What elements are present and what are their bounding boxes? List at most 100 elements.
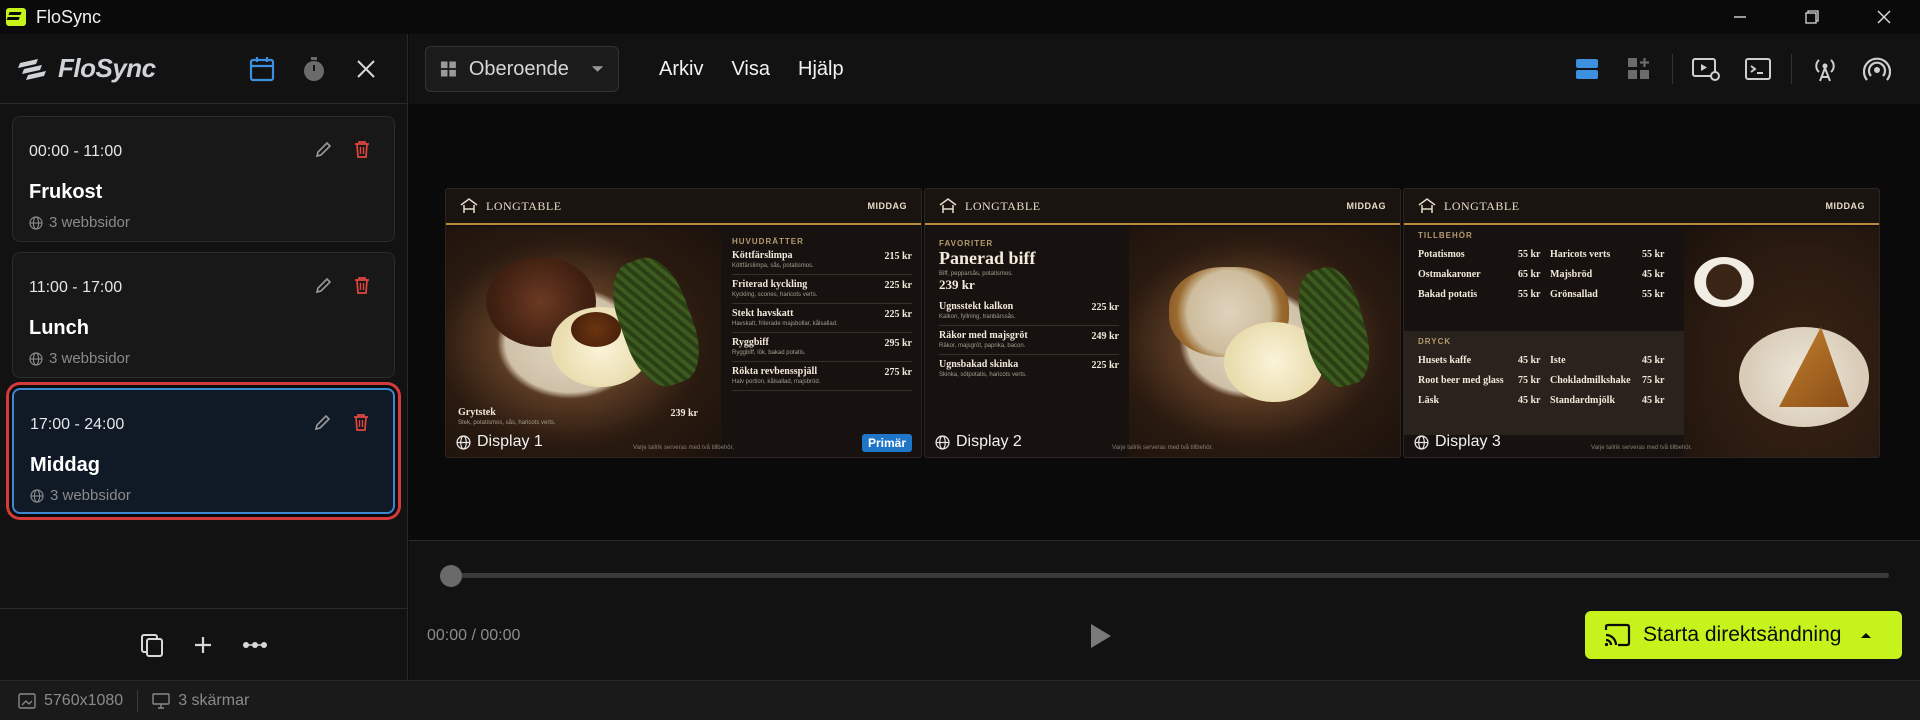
schedule-card-frukost[interactable]: 00:00 - 11:00 Frukost 3 webbsidor [12,116,395,242]
schedule-list: 00:00 - 11:00 Frukost 3 webbsidor 11:00 … [0,104,407,514]
dessert-photo [1684,227,1879,457]
menu-list: FAVORITER Panerad biff Biff, pepparsås, … [939,239,1119,378]
delete-icon[interactable] [352,275,372,295]
drinks-grid: DRYCK Husets kaffe 45 kr Iste 45 kr Root be… [1404,331,1684,435]
restaurant-logo-icon [939,198,957,213]
stacked-layout-icon [1576,59,1598,79]
display-label: Display 1 [456,433,543,451]
play-icon[interactable] [1085,621,1115,651]
globe-icon [456,434,471,450]
screen-count: 3 skärmar [178,691,250,709]
list-layout-button[interactable] [1568,50,1606,88]
display-preview-area: LONGTABLE MIDDAG Grytstek 239 kr Stek, p… [409,104,1920,540]
restore-button[interactable] [1776,0,1848,34]
globe-icon [30,488,44,503]
restaurant-name: LONGTABLE [486,198,562,213]
title-bar: FloSync [0,0,1920,34]
close-icon [357,59,375,78]
display-label: Display 3 [1414,433,1501,451]
antenna-icon [1815,59,1835,82]
schedule-page-count: 3 webbsidor [49,214,130,231]
signal-icon [1863,57,1891,81]
display-1-preview[interactable]: LONGTABLE MIDDAG Grytstek 239 kr Stek, p… [445,188,922,458]
network-button[interactable] [1858,50,1896,88]
more-options-icon[interactable] [241,633,269,657]
duplicate-icon[interactable] [139,632,165,658]
globe-icon [29,351,43,366]
menu-hjalp[interactable]: Hjälp [798,58,844,81]
cast-icon [1604,623,1631,647]
schedule-card-middag[interactable]: 17:00 - 24:00 Middag 3 webbsidor [12,388,395,514]
seek-handle[interactable] [440,565,462,587]
restaurant-logo-icon [1418,198,1436,213]
brand: FloSync [16,53,156,84]
globe-icon [935,434,950,450]
canvas-resolution: 5760x1080 [44,691,124,709]
edit-icon[interactable] [314,139,334,159]
schedule-card-lunch[interactable]: 11:00 - 17:00 Lunch 3 webbsidor [12,252,395,378]
stopwatch-icon [304,56,324,81]
start-live-label: Starta direktsändning [1643,623,1842,646]
sidebar-header: FloSync [0,34,407,104]
resolution-icon [18,692,36,709]
sidebar-footer [0,608,408,680]
display-2-preview[interactable]: LONGTABLE MIDDAG FAVORITER Panerad biff … [924,188,1401,458]
schedule-page-count: 3 webbsidor [49,350,130,367]
seek-bar[interactable] [445,573,1889,578]
start-live-broadcast-button[interactable]: Starta direktsändning [1585,611,1902,659]
dashboard-add-icon [1628,58,1649,79]
delete-icon[interactable] [352,139,372,159]
preview-settings-button[interactable] [1687,50,1725,88]
status-bar: 5760x1080 3 skärmar [0,680,1920,720]
chevron-down-icon [591,66,604,72]
playback-time: 00:00 / 00:00 [427,627,521,644]
window-title: FloSync [36,6,102,27]
add-widget-button[interactable] [1620,50,1658,88]
broadcast-button[interactable] [1806,50,1844,88]
menu-list: HUVUDRÄTTER Köttfärslimpa 215 kr Köttfärsl… [732,237,912,391]
minimize-button[interactable] [1704,0,1776,34]
brand-name: FloSync [58,53,156,83]
feature-item: Grytstek 239 kr Stek, potatismos, sås, h… [458,407,698,426]
video-settings-icon [1692,58,1720,81]
schedule-name: Frukost [29,181,103,203]
close-window-button[interactable] [1848,0,1920,34]
display-label: Display 2 [935,433,1022,451]
display-3-preview[interactable]: LONGTABLE MIDDAG TILLBEHÖR Potatismos 55 … [1403,188,1880,458]
close-sidebar-button[interactable] [351,54,381,84]
playback-controls: 00:00 / 00:00 Starta direktsändning [409,540,1920,680]
sides-grid: TILLBEHÖR Potatismos 55 kr Haricots verts 5… [1418,231,1665,300]
globe-icon [1414,434,1429,450]
menu-bar: Arkiv Visa Hjälp [659,58,844,81]
menu-arkiv[interactable]: Arkiv [659,58,703,81]
primary-badge: Primär [861,434,912,452]
edit-icon[interactable] [313,412,333,432]
globe-icon [29,215,43,230]
menu-period-tag: MIDDAG [1346,201,1386,211]
console-button[interactable] [1739,50,1777,88]
monitor-icon [152,692,170,709]
terminal-icon [1745,58,1771,80]
layout-mode-value: Oberoende [468,57,569,80]
schedule-page-count: 3 webbsidor [50,487,131,504]
schedule-name: Middag [30,454,100,476]
close-icon [1877,10,1891,24]
edit-icon[interactable] [314,275,334,295]
schedule-name: Lunch [29,317,89,339]
layout-mode-select[interactable]: Oberoende [425,46,619,92]
restaurant-name: LONGTABLE [1444,198,1520,213]
calendar-icon [249,56,275,81]
minimize-icon [1734,16,1746,18]
delete-icon[interactable] [351,412,371,432]
schedule-view-button[interactable] [247,54,277,84]
timer-view-button[interactable] [299,54,329,84]
add-icon[interactable] [191,633,215,657]
display-row: LONGTABLE MIDDAG Grytstek 239 kr Stek, p… [445,188,1880,458]
sidebar: FloSync 00:00 - 11:00 Frukost 3 webbsido… [0,34,408,680]
chevron-up-icon[interactable] [1859,630,1873,640]
restore-icon [1805,10,1819,24]
menu-visa[interactable]: Visa [731,58,770,81]
main-toolbar: Oberoende Arkiv Visa Hjälp [409,34,1920,104]
restaurant-name: LONGTABLE [965,198,1041,213]
restaurant-logo-icon [460,198,478,213]
